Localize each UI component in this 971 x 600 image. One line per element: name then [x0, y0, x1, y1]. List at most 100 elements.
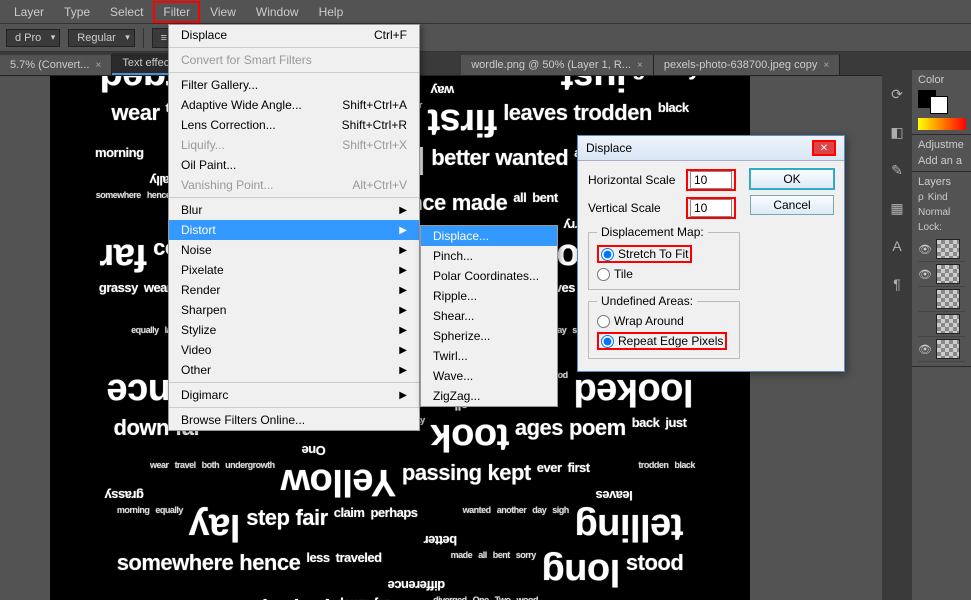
- visibility-icon[interactable]: 👁: [918, 242, 932, 256]
- menu-item-label: Lens Correction...: [181, 118, 276, 132]
- panel-icon-strip: ⟳ ◧ ✎ ▦ A ¶: [882, 70, 912, 600]
- options-bar: d Pro Regular ≡ ≡ ≡ ⌇ ▦: [0, 24, 971, 52]
- tab-doc-3[interactable]: wordle.png @ 50% (Layer 1, R...×: [461, 55, 654, 75]
- visibility-icon[interactable]: [918, 292, 932, 306]
- layer-row[interactable]: [918, 287, 965, 312]
- menu-other[interactable]: Other▶: [169, 360, 419, 380]
- ok-button[interactable]: OK: [750, 169, 834, 189]
- menu-digimarc[interactable]: Digimarc▶: [169, 385, 419, 405]
- kind-filter[interactable]: Kind: [928, 192, 948, 203]
- menu-view[interactable]: View: [200, 1, 246, 23]
- dialog-titlebar[interactable]: Displace ✕: [578, 136, 844, 161]
- menu-item-label: Displace: [181, 28, 227, 42]
- submenu-item[interactable]: Shear...: [421, 306, 557, 326]
- submenu-item[interactable]: Twirl...: [421, 346, 557, 366]
- menu-sharpen[interactable]: Sharpen ▶: [169, 300, 419, 320]
- menu-convert-smart: Convert for Smart Filters: [169, 50, 419, 70]
- menu-item-label: Stylize: [181, 323, 216, 337]
- submenu-arrow-icon: ▶: [399, 225, 407, 236]
- submenu-item[interactable]: Pinch...: [421, 246, 557, 266]
- menu-pixelate[interactable]: Pixelate▶: [169, 260, 419, 280]
- wrap-radio[interactable]: [597, 315, 610, 328]
- font-family-select[interactable]: d Pro: [6, 29, 60, 47]
- layer-thumb: [936, 239, 960, 259]
- menu-help[interactable]: Help: [309, 1, 354, 23]
- bg-swatch[interactable]: [930, 96, 948, 114]
- lock-label: Lock:: [918, 222, 942, 233]
- tab-doc-4[interactable]: pexels-photo-638700.jpeg copy×: [654, 55, 840, 75]
- menu-blur[interactable]: Blur▶: [169, 200, 419, 220]
- visibility-icon[interactable]: 👁: [918, 267, 932, 281]
- submenu-item[interactable]: Spherize...: [421, 326, 557, 346]
- close-icon[interactable]: ×: [95, 60, 101, 71]
- submenu-item[interactable]: ZigZag...: [421, 386, 557, 406]
- menu-item-label: Sharpen: [181, 303, 226, 317]
- menu-video[interactable]: Video▶: [169, 340, 419, 360]
- menu-render[interactable]: Render▶: [169, 280, 419, 300]
- menu-browse-filters[interactable]: Browse Filters Online...: [169, 410, 419, 430]
- brush-icon[interactable]: ✎: [887, 160, 907, 180]
- layer-row[interactable]: 👁: [918, 337, 965, 362]
- menu-item-label: Blur: [181, 203, 202, 217]
- dialog-title: Displace: [586, 141, 632, 155]
- close-icon[interactable]: ×: [823, 60, 829, 71]
- shortcut-label: Shift+Ctrl+R: [342, 118, 407, 132]
- blend-mode-select[interactable]: Normal: [918, 207, 950, 218]
- menu-noise[interactable]: Noise ▶: [169, 240, 419, 260]
- menu-select[interactable]: Select: [100, 1, 153, 23]
- hscale-input[interactable]: [690, 171, 732, 189]
- submenu-item[interactable]: Wave...: [421, 366, 557, 386]
- radio-label: Stretch To Fit: [618, 247, 688, 261]
- document-tabs: 5.7% (Convert...× Text effec...× wordle.…: [0, 52, 971, 76]
- font-weight-select[interactable]: Regular: [68, 29, 135, 47]
- swatches-icon[interactable]: ▦: [887, 198, 907, 218]
- menu-item[interactable]: Oil Paint...: [169, 155, 419, 175]
- properties-icon[interactable]: ◧: [887, 122, 907, 142]
- submenu-arrow-icon: ▶: [399, 345, 407, 356]
- menu-item-label: Browse Filters Online...: [181, 413, 305, 427]
- history-icon[interactable]: ⟳: [887, 84, 907, 104]
- layer-thumb: [936, 314, 960, 334]
- menu-item-label: Noise: [181, 243, 212, 257]
- visibility-icon[interactable]: [918, 317, 932, 331]
- menu-stylize[interactable]: Stylize▶: [169, 320, 419, 340]
- menu-window[interactable]: Window: [246, 1, 309, 23]
- submenu-item[interactable]: Displace...: [421, 226, 557, 246]
- menu-filter[interactable]: Filter: [153, 1, 200, 23]
- menu-item-label: Filter Gallery...: [181, 78, 258, 92]
- shortcut-label: Shift+Ctrl+A: [342, 98, 407, 112]
- cancel-button[interactable]: Cancel: [750, 195, 834, 215]
- character-icon[interactable]: A: [887, 236, 907, 256]
- paragraph-icon[interactable]: ¶: [887, 274, 907, 294]
- menu-item-label: Other: [181, 363, 211, 377]
- repeat-radio[interactable]: [601, 335, 614, 348]
- close-icon[interactable]: ×: [637, 60, 643, 71]
- menu-last-filter[interactable]: DisplaceCtrl+F: [169, 25, 419, 45]
- layer-row[interactable]: [918, 312, 965, 337]
- visibility-icon[interactable]: 👁: [918, 342, 932, 356]
- menu-item[interactable]: Adaptive Wide Angle...Shift+Ctrl+A: [169, 95, 419, 115]
- menu-type[interactable]: Type: [54, 1, 100, 23]
- menu-item-label: Digimarc: [181, 388, 228, 402]
- hscale-label: Horizontal Scale: [588, 173, 678, 187]
- submenu-arrow-icon: ▶: [399, 285, 407, 296]
- layer-row[interactable]: 👁: [918, 262, 965, 287]
- tile-radio[interactable]: [597, 268, 610, 281]
- color-ramp[interactable]: [918, 118, 966, 130]
- vscale-input[interactable]: [690, 199, 732, 217]
- tab-doc-1[interactable]: 5.7% (Convert...×: [0, 55, 112, 75]
- fg-bg-swatches[interactable]: [918, 90, 965, 114]
- menu-item[interactable]: Lens Correction... Shift+Ctrl+R: [169, 115, 419, 135]
- submenu-item[interactable]: Polar Coordinates...: [421, 266, 557, 286]
- stretch-radio[interactable]: [601, 248, 614, 261]
- submenu-arrow-icon: ▶: [399, 245, 407, 256]
- submenu-item[interactable]: Ripple...: [421, 286, 557, 306]
- menu-item-label: Liquify...: [181, 138, 225, 152]
- menu-layer[interactable]: Layer: [4, 1, 54, 23]
- submenu-arrow-icon: ▶: [399, 305, 407, 316]
- menu-distort[interactable]: Distort▶: [169, 220, 419, 240]
- shortcut-label: Alt+Ctrl+V: [352, 178, 407, 192]
- menu-item[interactable]: Filter Gallery...: [169, 75, 419, 95]
- layer-row[interactable]: 👁: [918, 237, 965, 262]
- close-button[interactable]: ✕: [812, 140, 836, 156]
